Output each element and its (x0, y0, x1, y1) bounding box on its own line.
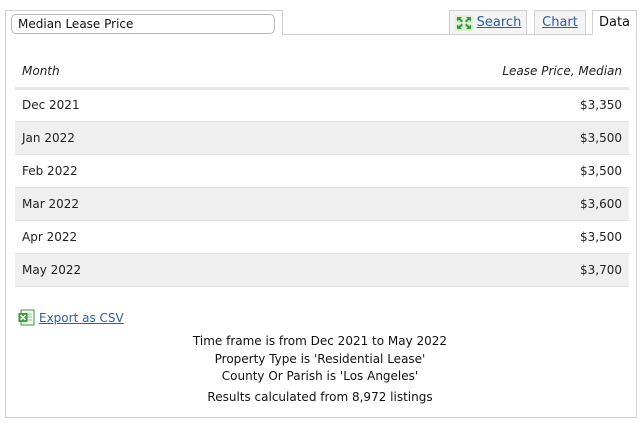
tab-search[interactable]: Search (449, 10, 527, 35)
table-row: Feb 2022 $3,500 (15, 154, 629, 188)
row-month: Feb 2022 (15, 154, 233, 188)
export-csv[interactable]: Export as CSV (18, 309, 124, 326)
title-input[interactable] (11, 14, 275, 34)
tab-chart-label[interactable]: Chart (542, 15, 578, 30)
row-month: Apr 2022 (15, 220, 233, 254)
tab-chart[interactable]: Chart (534, 10, 586, 35)
table-row: Jan 2022 $3,500 (15, 121, 629, 155)
tab-data[interactable]: Data (592, 10, 637, 35)
property-type-text: Property Type is 'Residential Lease' (214, 351, 426, 366)
export-csv-link[interactable]: Export as CSV (39, 311, 124, 325)
table-row: Dec 2021 $3,350 (15, 88, 629, 122)
results-count-text: Results calculated from 8,972 listings (207, 389, 433, 404)
row-month: Dec 2021 (15, 88, 233, 122)
row-month: Jan 2022 (15, 121, 233, 155)
lease-price-table: Month Lease Price, Median Dec 2021 $3,35… (15, 56, 629, 287)
title-input-container (5, 10, 283, 35)
column-header-price: Lease Price, Median (232, 56, 629, 90)
spreadsheet-icon[interactable] (18, 309, 35, 326)
column-header-month: Month (15, 56, 233, 90)
row-price: $3,350 (232, 88, 629, 122)
row-price: $3,500 (232, 220, 629, 254)
row-month: May 2022 (15, 253, 233, 287)
row-price: $3,500 (232, 154, 629, 188)
tab-data-label: Data (598, 15, 631, 30)
row-price: $3,600 (232, 187, 629, 221)
table-row: Mar 2022 $3,600 (15, 187, 629, 221)
tab-search-label[interactable]: Search (477, 15, 522, 30)
row-month: Mar 2022 (15, 187, 233, 221)
table-header-row: Month Lease Price, Median (15, 56, 629, 90)
row-price: $3,500 (232, 121, 629, 155)
row-price: $3,700 (232, 253, 629, 287)
expand-arrows-icon (454, 14, 473, 31)
timeframe-text: Time frame is from Dec 2021 to May 2022 (192, 334, 448, 348)
table-row: Apr 2022 $3,500 (15, 220, 629, 254)
query-summary: Time frame is from Dec 2021 to May 2022 … (0, 333, 640, 406)
county-text: County Or Parish is 'Los Angeles' (221, 369, 419, 383)
table-row: May 2022 $3,700 (15, 253, 629, 287)
